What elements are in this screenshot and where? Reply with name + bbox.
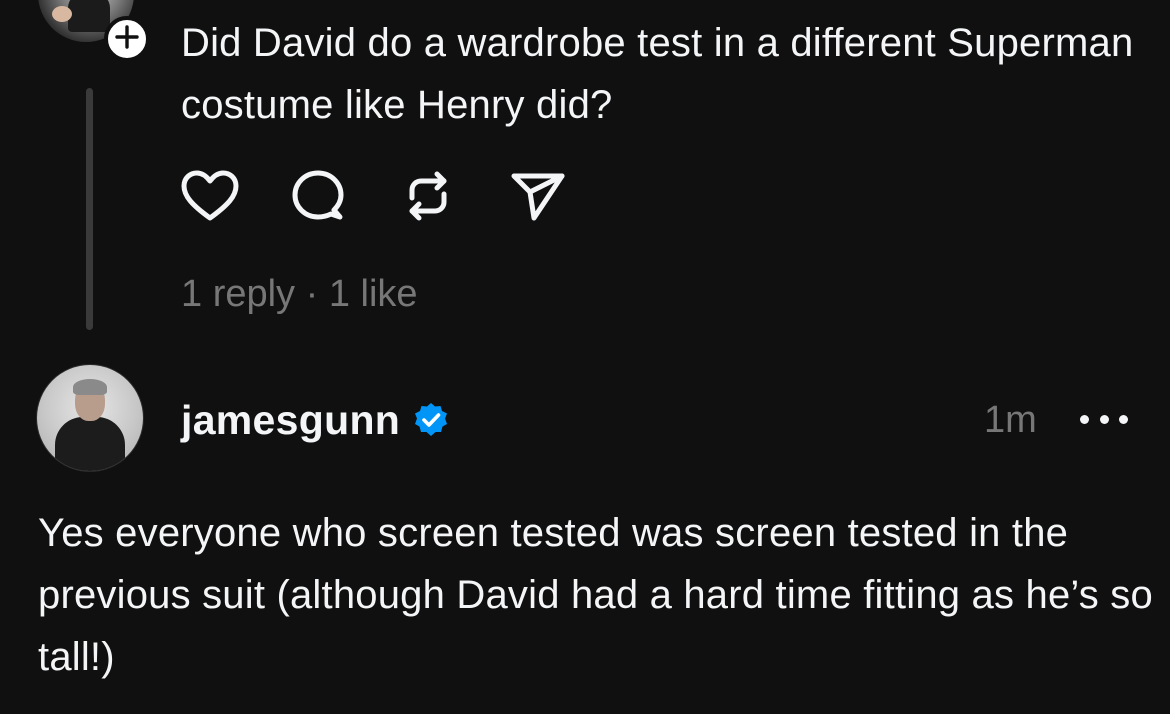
reply-count[interactable]: 1 reply	[181, 270, 295, 318]
reply-avatar[interactable]	[37, 365, 143, 471]
stats-separator: ·	[295, 273, 329, 315]
post-actions	[180, 170, 570, 226]
send-icon	[510, 168, 566, 229]
more-icon	[1080, 414, 1089, 424]
like-button[interactable]	[180, 170, 240, 226]
parent-post-text: Did David do a wardrobe test in a differ…	[181, 21, 1134, 127]
avatar-body	[55, 417, 125, 471]
verified-badge-icon	[412, 401, 450, 439]
repost-button[interactable]	[400, 170, 460, 226]
avatar-figure	[68, 0, 110, 32]
share-button[interactable]	[510, 170, 570, 226]
avatar-hair	[73, 379, 107, 395]
repost-icon	[400, 168, 456, 229]
heart-icon	[180, 169, 240, 228]
more-icon-dot	[1099, 414, 1109, 424]
follow-button[interactable]	[104, 16, 150, 62]
reply-button[interactable]	[290, 170, 350, 226]
thread-line	[86, 88, 93, 330]
comment-icon	[290, 168, 346, 229]
plus-icon	[114, 24, 140, 55]
reply-header: jamesgunn	[181, 392, 450, 448]
post-stats: 1 reply · 1 like	[181, 270, 418, 318]
more-options-button[interactable]	[1080, 404, 1128, 434]
like-count[interactable]: 1 like	[329, 270, 418, 318]
reply-post-text: Yes everyone who screen tested was scree…	[38, 511, 1153, 679]
more-icon-dot	[1119, 414, 1128, 424]
username[interactable]: jamesgunn	[181, 397, 400, 444]
avatar-hand	[52, 6, 72, 22]
post-timestamp: 1m	[984, 399, 1037, 441]
